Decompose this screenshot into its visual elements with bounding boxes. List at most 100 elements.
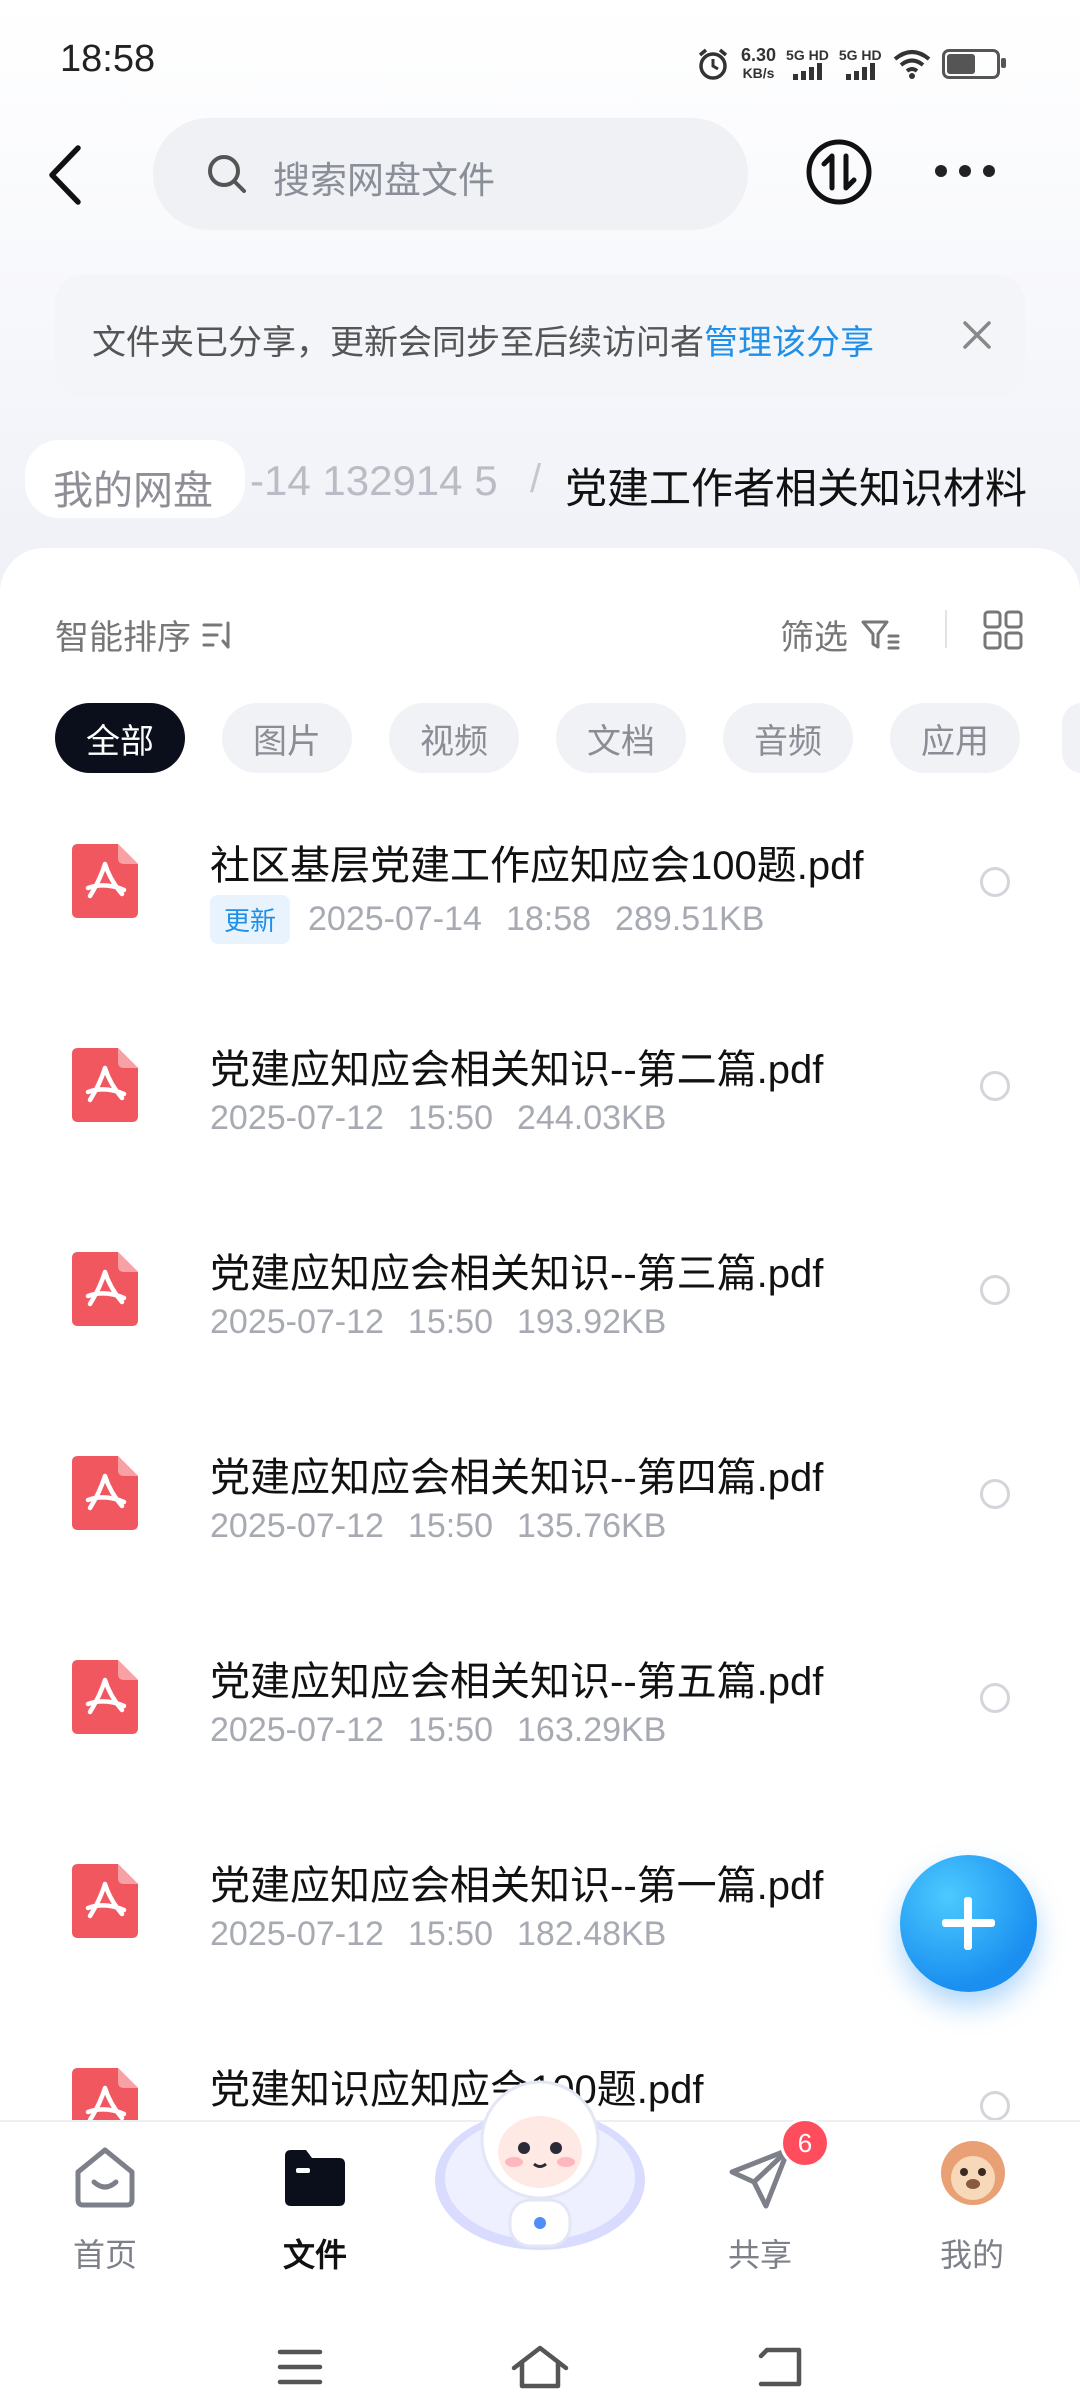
status-time: 18:58 (60, 38, 156, 80)
battery-icon (941, 49, 1006, 79)
file-date: 2025-07-12 (210, 1711, 384, 1749)
filter-button[interactable]: 筛选 (780, 610, 900, 659)
chip-videos[interactable]: 视频 (389, 703, 519, 773)
pdf-file-icon (72, 1252, 138, 1326)
pdf-file-icon (72, 844, 138, 918)
sort-label: 智能排序 (55, 619, 191, 657)
chip-more[interactable] (1062, 703, 1080, 773)
search-icon (208, 155, 246, 193)
transfer-icon[interactable] (805, 138, 873, 206)
file-name: 社区基层党建工作应知应会100题.pdf (210, 844, 864, 888)
breadcrumb-home-label: 我的网盘 (53, 469, 213, 513)
file-size: 244.03KB (517, 1099, 667, 1137)
breadcrumb-middle[interactable]: -14 132914 5 (250, 457, 498, 505)
file-size: 289.51KB (615, 900, 765, 938)
file-meta: 2025-07-12 15:50 135.76KB (210, 1507, 690, 1546)
file-time: 15:50 (407, 1915, 494, 1953)
grid-view-icon[interactable] (983, 610, 1023, 650)
avatar (941, 2141, 1005, 2205)
select-radio[interactable] (980, 1683, 1010, 1713)
pdf-file-icon (72, 1660, 138, 1734)
nav-home[interactable]: 首页 (35, 2122, 175, 2292)
share-banner: 文件夹已分享，更新会同步至后续访问者管理该分享 (55, 275, 1025, 397)
nav-mine[interactable]: 我的 (902, 2122, 1042, 2292)
chip-all[interactable]: 全部 (55, 703, 185, 773)
breadcrumb-separator: / (530, 457, 542, 501)
file-row[interactable]: 党建应知应会相关知识--第四篇.pdf 2025-07-12 15:50 135.76… (0, 1407, 1080, 1611)
file-time: 15:50 (407, 1507, 494, 1545)
breadcrumb-home[interactable]: 我的网盘 (25, 440, 245, 518)
filter-label: 筛选 (780, 619, 848, 657)
pdf-file-icon (72, 1864, 138, 1938)
updated-tag: 更新 (210, 895, 291, 944)
file-date: 2025-07-12 (210, 1303, 384, 1341)
back-arrow-icon[interactable] (40, 140, 90, 210)
manage-share-link[interactable]: 管理该分享 (704, 324, 874, 362)
category-chips: 全部 图片 视频 文档 音频 应用 (55, 703, 1020, 773)
file-name: 党建应知应会相关知识--第五篇.pdf (210, 1660, 824, 1704)
file-size: 135.76KB (517, 1507, 667, 1545)
file-meta: 2025-07-12 15:50 244.03KB (210, 1099, 690, 1138)
close-icon[interactable] (959, 317, 995, 353)
breadcrumb-current: 党建工作者相关知识材料 (565, 465, 1028, 512)
file-size: 163.29KB (517, 1711, 667, 1749)
file-date: 2025-07-12 (210, 1099, 384, 1137)
file-date: 2025-07-12 (210, 1507, 384, 1545)
sort-icon (202, 621, 230, 648)
chip-audio[interactable]: 音频 (723, 703, 853, 773)
file-size: 193.92KB (517, 1303, 667, 1341)
banner-message: 文件夹已分享，更新会同步至后续访问者 (92, 324, 704, 362)
file-size: 182.48KB (517, 1915, 667, 1953)
home-nav-icon[interactable] (510, 2344, 570, 2390)
file-name: 党建应知应会相关知识--第三篇.pdf (210, 1252, 824, 1296)
add-button[interactable] (900, 1855, 1037, 1992)
folder-icon (285, 2150, 345, 2206)
home-icon (75, 2147, 135, 2208)
system-nav-bar (0, 2290, 1080, 2408)
back-nav-icon[interactable] (757, 2346, 805, 2388)
file-date: 2025-07-14 (308, 900, 482, 938)
filter-icon (861, 620, 900, 649)
nav-mine-label: 我的 (939, 2237, 1004, 2273)
pdf-file-icon (72, 1048, 138, 1122)
share-badge: 6 (780, 2118, 830, 2168)
select-radio[interactable] (980, 867, 1010, 897)
sort-button[interactable]: 智能排序 (55, 610, 235, 659)
nav-home-label: 首页 (72, 2237, 137, 2273)
file-row[interactable]: 党建应知应会相关知识--第五篇.pdf 2025-07-12 15:50 163.29… (0, 1611, 1080, 1815)
chip-images[interactable]: 图片 (222, 703, 352, 773)
select-radio[interactable] (980, 2091, 1010, 2121)
chip-apps[interactable]: 应用 (890, 703, 1020, 773)
nav-share-label: 共享 (727, 2237, 792, 2273)
file-time: 15:50 (407, 1303, 494, 1341)
file-name: 党建应知应会相关知识--第四篇.pdf (210, 1456, 824, 1500)
wifi-icon (893, 50, 930, 79)
search-input[interactable]: 搜索网盘文件 (153, 118, 748, 230)
sim2-signal: 5G HD (839, 48, 882, 80)
file-time: 18:58 (505, 900, 592, 938)
select-radio[interactable] (980, 1479, 1010, 1509)
file-time: 15:50 (407, 1099, 494, 1137)
select-radio[interactable] (980, 1071, 1010, 1101)
file-name: 党建应知应会相关知识--第一篇.pdf (210, 1864, 824, 1908)
toolbar-divider (945, 610, 947, 648)
more-options-icon[interactable] (935, 165, 995, 181)
file-row[interactable]: 社区基层党建工作应知应会100题.pdf 更新 2025-07-14 18:58 289… (0, 795, 1080, 999)
file-row[interactable]: 党建应知应会相关知识--第二篇.pdf 2025-07-12 15:50 244.03… (0, 999, 1080, 1203)
alarm-icon (698, 48, 728, 80)
file-row[interactable]: 党建应知应会相关知识--第三篇.pdf 2025-07-12 15:50 193.92… (0, 1203, 1080, 1407)
mascot-assistant[interactable] (430, 2060, 650, 2260)
menu-icon[interactable] (277, 2348, 323, 2386)
file-meta: 2025-07-12 15:50 182.48KB (210, 1915, 690, 1954)
net-speed: 6.30 KB/s (741, 45, 777, 81)
select-radio[interactable] (980, 1275, 1010, 1305)
nav-files-label: 文件 (282, 2237, 347, 2273)
file-meta: 2025-07-12 15:50 193.92KB (210, 1303, 690, 1342)
file-time: 15:50 (407, 1711, 494, 1749)
nav-files[interactable]: 文件 (245, 2122, 385, 2292)
chip-documents[interactable]: 文档 (556, 703, 686, 773)
pdf-file-icon (72, 1456, 138, 1530)
file-name: 党建应知应会相关知识--第二篇.pdf (210, 1048, 824, 1092)
search-placeholder: 搜索网盘文件 (273, 160, 495, 201)
sim1-signal: 5G HD (786, 48, 829, 80)
